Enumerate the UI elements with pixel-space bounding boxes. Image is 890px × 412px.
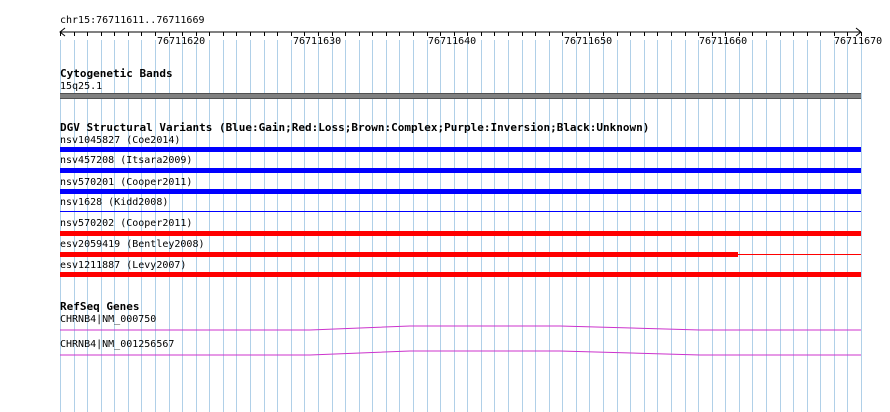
genome-browser-view: chr15:76711611..76711669 76711620 767116…	[0, 0, 890, 412]
gene-model-nm-001256567[interactable]	[60, 350, 861, 356]
gene-model-nm-000750[interactable]	[60, 325, 861, 331]
gene-models	[60, 325, 861, 356]
